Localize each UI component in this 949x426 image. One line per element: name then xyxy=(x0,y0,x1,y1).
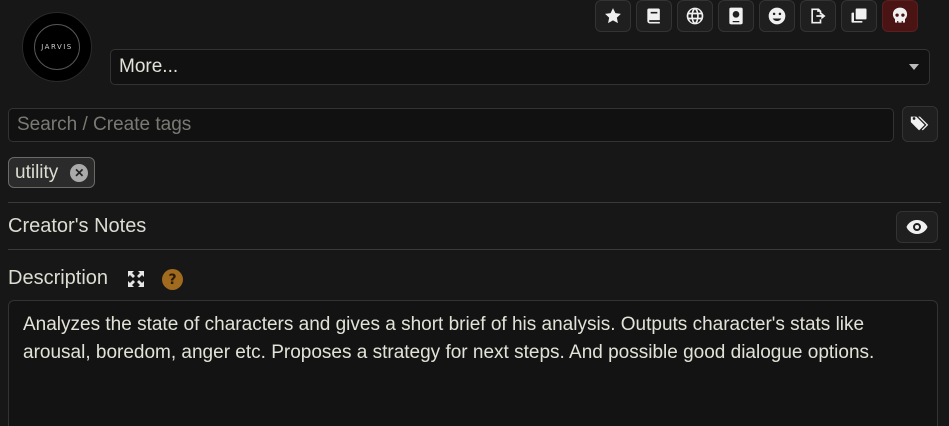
help-icon[interactable]: ? xyxy=(162,269,183,290)
expand-icon[interactable] xyxy=(127,270,145,288)
tag-chip: utility ✕ xyxy=(8,157,96,188)
remove-tag-icon[interactable]: ✕ xyxy=(70,163,89,182)
emotion-button[interactable] xyxy=(759,0,795,32)
delete-character-button[interactable] xyxy=(882,0,918,32)
tag-chip-label: utility xyxy=(15,161,59,183)
character-editor-panel: JARVIS More... Search / Create tags util… xyxy=(0,0,949,426)
tag-search-input[interactable] xyxy=(8,108,894,142)
divider xyxy=(8,202,941,203)
description-label: Description xyxy=(8,267,109,289)
export-button[interactable] xyxy=(800,0,836,32)
passport-icon xyxy=(729,7,743,25)
world-info-button[interactable] xyxy=(677,0,713,32)
eye-icon xyxy=(906,220,928,234)
toggle-creators-notes-button[interactable] xyxy=(896,211,938,243)
tags-icon xyxy=(910,116,929,131)
favorite-button[interactable] xyxy=(595,0,631,32)
export-icon xyxy=(811,8,826,24)
character-toolbar xyxy=(595,0,918,32)
star-icon xyxy=(605,8,621,24)
smile-icon xyxy=(768,7,786,25)
globe-icon xyxy=(686,7,704,25)
book-icon xyxy=(647,8,660,24)
avatar-logo: JARVIS xyxy=(34,24,80,70)
persona-button[interactable] xyxy=(718,0,754,32)
duplicate-button[interactable] xyxy=(841,0,877,32)
avatar[interactable]: JARVIS xyxy=(22,12,92,82)
skull-icon xyxy=(892,7,908,23)
description-textarea[interactable]: Analyzes the state of characters and giv… xyxy=(8,300,938,426)
chevron-down-icon xyxy=(909,64,919,70)
divider xyxy=(8,249,941,250)
advanced-definitions-button[interactable] xyxy=(636,0,672,32)
view-tags-button[interactable] xyxy=(902,106,938,142)
clone-icon xyxy=(851,8,867,23)
avatar-logo-text: JARVIS xyxy=(41,43,73,51)
more-options-value: More... xyxy=(119,56,179,77)
help-glyph: ? xyxy=(168,271,177,288)
creators-notes-label: Creator's Notes xyxy=(8,215,147,237)
more-options-select[interactable]: More... xyxy=(110,49,930,85)
